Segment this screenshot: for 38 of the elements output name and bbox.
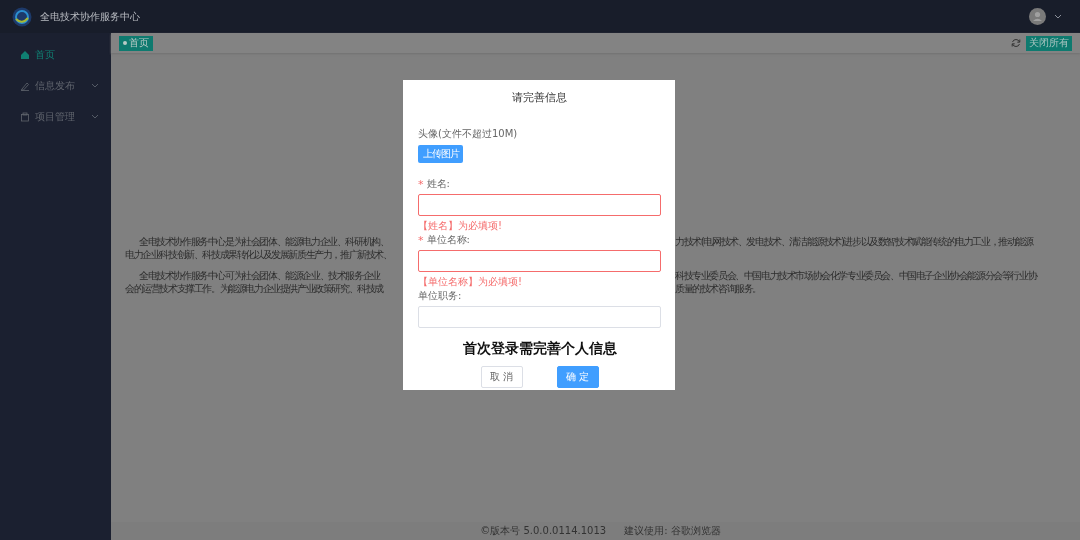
field-label: 姓名: (426, 177, 450, 191)
notice-text: 首次登录需完善个人信息 (461, 340, 618, 358)
tab[interactable]: 首页 (119, 35, 153, 51)
home-icon (20, 49, 30, 60)
field-label: 头像(文件不超过10M) (418, 127, 519, 141)
app-title: 全电技术协作服务中心 (40, 9, 140, 24)
paragraph-text: 电力企业科技创新、科技成果转化以及发展新质生产力，推广新技术、 (125, 247, 393, 262)
upload-button[interactable]: 上传图片 (418, 145, 463, 163)
paragraph-text: 全电技术协作服务中心是为社会团体、能源电力企业、科研机构、 (138, 234, 390, 249)
refresh-icon[interactable] (1011, 38, 1021, 48)
paragraph-text: 质量的技术咨询服务。 (675, 281, 761, 296)
input-field[interactable] (418, 250, 661, 272)
paragraph-text: 科技专业委员会、中国电力技术市场协会化学专业委员会、中国电子企业协会能源分会等行业协 (675, 268, 1037, 283)
pencil-icon (20, 80, 30, 91)
menu-item[interactable]: 首页 (0, 39, 111, 70)
cancel-button[interactable]: 取 消 (480, 366, 523, 388)
required-mark: * (418, 177, 424, 191)
field-label: 单位名称: (426, 233, 470, 247)
error-message: 【姓名】为必填项! (418, 219, 503, 231)
required-mark: * (418, 233, 424, 247)
chevron-down-icon (91, 114, 99, 119)
avatar-icon[interactable] (1029, 8, 1046, 25)
input-field[interactable] (418, 194, 661, 216)
version-text: ©版本号 5.0.0.0114.1013 (480, 524, 607, 538)
error-message: 【单位名称】为必填项! (418, 275, 523, 287)
field-label: 单位职务: (418, 289, 463, 303)
chevron-down-icon[interactable] (1054, 14, 1062, 19)
logo-icon (12, 6, 32, 27)
close-all-button[interactable]: 关闭所有 (1026, 35, 1072, 51)
paragraph-text: 全电技术协作服务中心可为社会团体、能源企业、技术服务企业 (138, 268, 382, 283)
paragraph-text: 力技术(电网技术、发电技术、清洁能源技术)进步以及数智技术赋能传统的电力工业，推动能源 (675, 234, 1033, 249)
dialog-title: 请完善信息 (511, 90, 568, 105)
menu-item[interactable]: 项目管理 (0, 101, 111, 132)
paragraph-text: 会的运营技术支撑工作。为能源电力企业提供产业政策研究、科技成 (125, 281, 385, 296)
chevron-down-icon (91, 83, 99, 88)
clipboard-icon (20, 111, 30, 122)
menu-item[interactable]: 信息发布 (0, 70, 111, 101)
confirm-button[interactable]: 确 定 (556, 366, 599, 388)
